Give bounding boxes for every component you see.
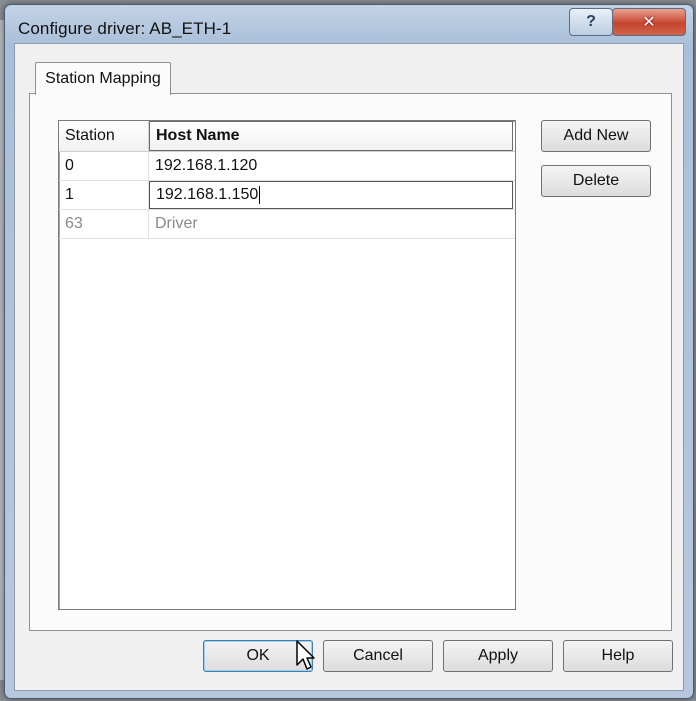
title-bar[interactable]: Configure driver: AB_ETH-1 ? ✕: [5, 5, 693, 47]
mouse-pointer-icon: [296, 640, 315, 670]
window-title: Configure driver: AB_ETH-1: [18, 19, 232, 38]
add-new-button[interactable]: Add New: [541, 120, 651, 152]
close-button[interactable]: ✕: [612, 8, 686, 36]
table-row[interactable]: 1 192.168.1.150: [59, 181, 515, 210]
station-cell[interactable]: 1: [59, 181, 149, 209]
tab-station-mapping[interactable]: Station Mapping: [35, 62, 171, 95]
question-mark-icon: ?: [586, 13, 596, 30]
table-row[interactable]: 63 Driver: [59, 210, 515, 239]
dialog-client-area: Station Mapping Station Host Name 0 192.…: [14, 43, 684, 691]
host-name-edit-field[interactable]: 192.168.1.150: [149, 181, 513, 209]
station-mapping-panel: Station Host Name 0 192.168.1.120 1 192.…: [29, 93, 672, 631]
table-row[interactable]: 0 192.168.1.120: [59, 152, 515, 181]
column-header-host-name[interactable]: Host Name: [149, 121, 513, 151]
column-header-station[interactable]: Station: [59, 121, 149, 151]
apply-button[interactable]: Apply: [443, 640, 553, 672]
station-cell[interactable]: 63: [59, 210, 149, 238]
station-cell[interactable]: 0: [59, 152, 149, 180]
dialog-window: Configure driver: AB_ETH-1 ? ✕ Station M…: [4, 4, 694, 699]
delete-button[interactable]: Delete: [541, 165, 651, 197]
title-help-button[interactable]: ?: [569, 8, 613, 36]
help-button[interactable]: Help: [563, 640, 673, 672]
host-name-cell[interactable]: 192.168.1.120: [149, 152, 513, 180]
grid-header: Station Host Name: [59, 121, 515, 152]
cancel-button[interactable]: Cancel: [323, 640, 433, 672]
station-mapping-grid[interactable]: Station Host Name 0 192.168.1.120 1 192.…: [58, 120, 516, 610]
host-name-edit-text: 192.168.1.150: [156, 186, 259, 203]
host-name-cell[interactable]: Driver: [149, 210, 513, 238]
close-icon: ✕: [642, 14, 656, 31]
text-caret: [259, 186, 261, 204]
